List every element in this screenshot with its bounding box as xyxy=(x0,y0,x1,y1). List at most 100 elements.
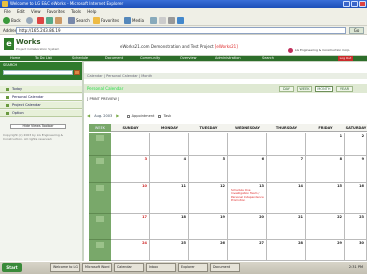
prev-month-icon[interactable]: ◀ xyxy=(87,113,90,118)
sidebar-item-today[interactable]: Today xyxy=(0,86,82,93)
taskbar-item[interactable]: Calendar xyxy=(114,263,144,272)
search-icon[interactable] xyxy=(68,17,75,24)
calendar-day-cell[interactable]: 27 xyxy=(228,240,267,261)
forward-icon[interactable] xyxy=(26,17,33,24)
taskbar-item[interactable]: Inbox xyxy=(146,263,176,272)
calendar-day-cell[interactable]: 12 xyxy=(189,183,228,214)
task-checkbox[interactable] xyxy=(158,114,162,118)
sidebar-item-project-calendar[interactable]: Project Calendar xyxy=(0,102,82,109)
go-button[interactable]: Go xyxy=(349,27,364,34)
back-icon[interactable] xyxy=(3,17,10,24)
calendar-day-cell[interactable]: 15 xyxy=(306,183,345,214)
week-selector[interactable] xyxy=(89,240,111,261)
minimize-button[interactable] xyxy=(343,1,350,7)
home-icon[interactable] xyxy=(55,17,62,24)
calendar-day-cell[interactable]: 14 xyxy=(267,183,306,214)
calendar-event[interactable]: Schedule One Investigation Team / Person… xyxy=(231,188,265,202)
calendar-day-cell[interactable] xyxy=(111,133,150,156)
calendar-day-cell[interactable] xyxy=(189,133,228,156)
calendar-day-cell[interactable]: 7 xyxy=(267,156,306,183)
calendar-day-cell[interactable]: 26 xyxy=(189,240,228,261)
sidebar-search-button[interactable] xyxy=(74,70,80,75)
calendar-day-cell[interactable]: 2 xyxy=(345,133,367,156)
logout-button[interactable]: Log Out xyxy=(338,56,353,61)
address-input[interactable]: http://165.243.86.19 xyxy=(16,27,346,34)
day-header-friday: FRIDAY xyxy=(318,126,333,130)
menu-file[interactable]: File xyxy=(4,9,11,14)
favorites-icon[interactable] xyxy=(93,17,100,24)
calendar-day-cell[interactable]: 30 xyxy=(345,240,367,261)
calendar-day-cell[interactable]: 1 xyxy=(306,133,345,156)
start-button[interactable]: Start xyxy=(2,263,22,272)
nav-community[interactable]: Community xyxy=(140,56,160,61)
nav-document[interactable]: Document xyxy=(105,56,123,61)
calendar-day-cell[interactable]: 23 xyxy=(345,214,367,240)
view-year-button[interactable]: YEAR xyxy=(336,86,353,92)
calendar-day-cell[interactable]: 19 xyxy=(189,214,228,240)
back-label[interactable]: Back xyxy=(11,15,21,26)
calendar-day-cell[interactable]: 6 xyxy=(228,156,267,183)
calendar-day-cell[interactable]: 10 xyxy=(111,183,150,214)
calendar-day-cell[interactable]: 4 xyxy=(150,156,189,183)
edit-icon[interactable] xyxy=(177,17,184,24)
print-icon[interactable] xyxy=(168,17,175,24)
calendar-day-cell[interactable]: 22 xyxy=(306,214,345,240)
history-icon[interactable] xyxy=(150,17,157,24)
calendar-day-cell[interactable]: 18 xyxy=(150,214,189,240)
favorites-label[interactable]: Favorites xyxy=(101,15,119,26)
view-day-button[interactable]: DAY xyxy=(279,86,294,92)
taskbar-item[interactable]: Explorer xyxy=(178,263,208,272)
taskbar-item[interactable]: Microsoft Word xyxy=(82,263,112,272)
nav-administration[interactable]: Administration xyxy=(215,56,241,61)
calendar-day-cell[interactable]: 25 xyxy=(150,240,189,261)
calendar-day-cell[interactable] xyxy=(228,133,267,156)
week-selector[interactable] xyxy=(89,156,111,183)
week-selector[interactable] xyxy=(89,214,111,240)
mail-icon[interactable] xyxy=(159,17,166,24)
media-icon[interactable] xyxy=(124,17,131,24)
calendar-day-cell[interactable]: 11 xyxy=(150,183,189,214)
sidebar-item-option[interactable]: Option xyxy=(0,110,82,117)
calendar-day-cell[interactable]: 5 xyxy=(189,156,228,183)
taskbar-item[interactable]: Welcome to LG E&C xyxy=(50,263,80,272)
calendar-day-cell[interactable]: 28 xyxy=(267,240,306,261)
next-month-icon[interactable]: ▶ xyxy=(116,113,119,118)
calendar-day-cell[interactable]: 20 xyxy=(228,214,267,240)
calendar-day-cell[interactable]: 8 xyxy=(306,156,345,183)
week-selector[interactable] xyxy=(89,133,111,156)
sidebar-item-personal-calendar[interactable]: Personal Calendar xyxy=(0,94,82,101)
calendar-day-cell[interactable] xyxy=(150,133,189,156)
close-button[interactable] xyxy=(359,1,366,7)
eworks-logo-icon[interactable]: e xyxy=(4,38,14,50)
appointment-checkbox[interactable] xyxy=(126,114,130,118)
calendar-day-cell[interactable]: 3 xyxy=(111,156,150,183)
taskbar-item[interactable]: Document xyxy=(210,263,240,272)
menu-edit[interactable]: Edit xyxy=(17,9,25,14)
refresh-icon[interactable] xyxy=(46,17,53,24)
calendar-day-cell[interactable]: 17 xyxy=(111,214,150,240)
print-preview-link[interactable]: [ PRINT PREVIEW ] xyxy=(87,97,119,101)
week-selector[interactable] xyxy=(89,183,111,214)
calendar-day-cell[interactable]: 16 xyxy=(345,183,367,214)
calendar-day-cell[interactable] xyxy=(267,133,306,156)
view-month-button[interactable]: MONTH xyxy=(315,86,333,92)
nav-search[interactable]: Search xyxy=(262,56,274,61)
calendar-day-cell[interactable]: 29 xyxy=(306,240,345,261)
menu-tools[interactable]: Tools xyxy=(71,9,81,14)
view-week-button[interactable]: WEEK xyxy=(297,86,312,92)
menu-favorites[interactable]: Favorites xyxy=(47,9,65,14)
day-number: 6 xyxy=(261,157,264,161)
nav-overview[interactable]: Overview xyxy=(180,56,196,61)
menu-help[interactable]: Help xyxy=(87,9,96,14)
calendar-day-cell[interactable]: 13 Schedule One Investigation Team / Per… xyxy=(228,183,267,214)
media-label[interactable]: Media xyxy=(132,15,144,26)
stop-icon[interactable] xyxy=(37,17,44,24)
menu-view[interactable]: View xyxy=(31,9,41,14)
search-label[interactable]: Search xyxy=(76,15,90,26)
sidebar-search-input[interactable] xyxy=(3,70,73,75)
maximize-button[interactable] xyxy=(351,1,358,7)
calendar-day-cell[interactable]: 24 xyxy=(111,240,150,261)
hide-toolbar-button[interactable]: Hide Views Toolbar xyxy=(10,124,66,129)
calendar-day-cell[interactable]: 9 xyxy=(345,156,367,183)
calendar-day-cell[interactable]: 21 xyxy=(267,214,306,240)
